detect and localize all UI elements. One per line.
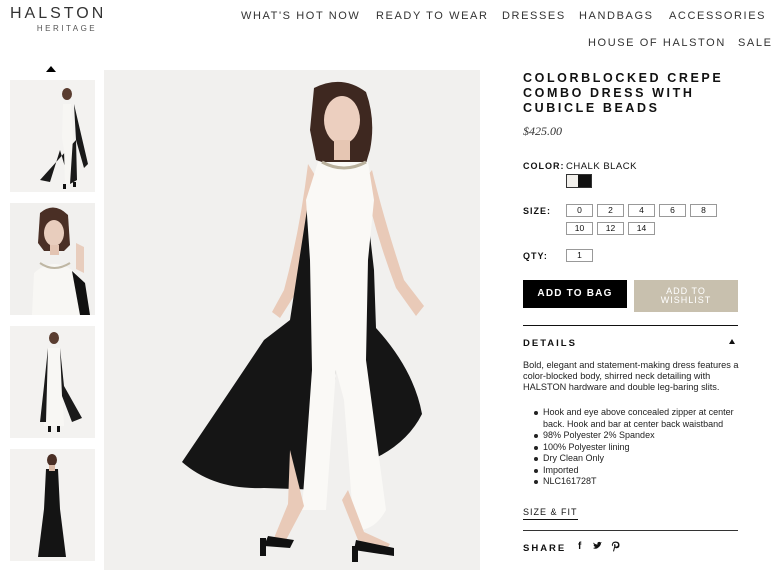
nav-ready-to-wear[interactable]: READY TO WEAR [376,10,489,22]
size-option-14[interactable]: 14 [628,222,655,235]
product-title: COLORBLOCKED CREPE COMBO DRESS WITH CUBI… [523,71,763,116]
qty-label: QTY: [523,251,548,261]
details-heading[interactable]: DETAILS [523,338,577,349]
product-main-image [104,70,480,570]
list-item: Hook and eye above concealed zipper at c… [523,407,741,430]
main-nav-6: HOUSE OF HALSTON [588,37,726,49]
main-nav: WHAT'S HOT NOW [241,10,360,22]
color-label: COLOR: [523,161,565,171]
size-label: SIZE: [523,206,552,216]
facebook-icon[interactable]: f [578,541,581,552]
list-item: NLC161728T [523,476,741,488]
swatch-chalk-half [567,175,578,187]
product-description: Bold, elegant and statement-making dress… [523,360,739,392]
list-item: Dry Clean Only [523,453,741,465]
thumbnail-scroll-up-icon[interactable] [46,66,56,72]
list-item: 98% Polyester 2% Spandex [523,430,741,442]
nav-whats-hot-now[interactable]: WHAT'S HOT NOW [241,10,360,22]
list-item: Imported [523,465,741,477]
twitter-icon[interactable] [592,541,602,554]
size-option-12[interactable]: 12 [597,222,624,235]
collapse-caret-icon[interactable] [729,339,735,344]
size-option-6[interactable]: 6 [659,204,686,217]
main-nav-7: SALE [738,37,773,49]
add-to-bag-button[interactable]: ADD TO BAG [523,280,627,308]
logo-brand: HALSTON [10,5,107,22]
logo-sub: HERITAGE [36,24,98,33]
thumbnail-2[interactable] [10,203,95,315]
size-fit-link[interactable]: SIZE & FIT [523,507,578,520]
nav-handbags[interactable]: HANDBAGS [579,10,654,22]
product-title-line-1: COLORBLOCKED CREPE [523,71,724,85]
size-option-10[interactable]: 10 [566,222,593,235]
main-nav-2: READY TO WEAR [376,10,489,22]
size-option-2[interactable]: 2 [597,204,624,217]
pinterest-icon[interactable] [611,541,620,555]
main-nav-3: DRESSES [502,10,566,22]
product-title-line-3: CUBICLE BEADS [523,101,660,115]
qty-input[interactable]: 1 [566,249,593,262]
size-option-4[interactable]: 4 [628,204,655,217]
nav-dresses[interactable]: DRESSES [502,10,566,22]
list-item: 100% Polyester lining [523,442,741,454]
thumbnail-4[interactable] [10,449,95,561]
nav-accessories[interactable]: ACCESSORIES [669,10,766,22]
divider-bottom [523,530,738,531]
size-option-8[interactable]: 8 [690,204,717,217]
size-option-0[interactable]: 0 [566,204,593,217]
color-swatch-chalk-black[interactable] [566,174,592,188]
details-list: Hook and eye above concealed zipper at c… [523,407,741,488]
color-value: CHALK BLACK [566,161,637,172]
halston-logo[interactable]: HALSTON HERITAGE [10,5,124,33]
nav-sale[interactable]: SALE [738,37,773,49]
product-price: $425.00 [523,124,562,138]
nav-house-of-halston[interactable]: HOUSE OF HALSTON [588,37,726,49]
thumbnail-3[interactable] [10,326,95,438]
main-nav-5: ACCESSORIES [669,10,766,22]
add-to-wishlist-button[interactable]: ADD TO WISHLIST [634,280,738,312]
thumbnail-1[interactable] [10,80,95,192]
share-label: SHARE [523,543,567,554]
product-title-line-2: COMBO DRESS WITH [523,86,695,100]
main-nav-4: HANDBAGS [579,10,654,22]
wishlist-line-2: WISHLIST [660,295,712,305]
divider-top [523,325,738,326]
